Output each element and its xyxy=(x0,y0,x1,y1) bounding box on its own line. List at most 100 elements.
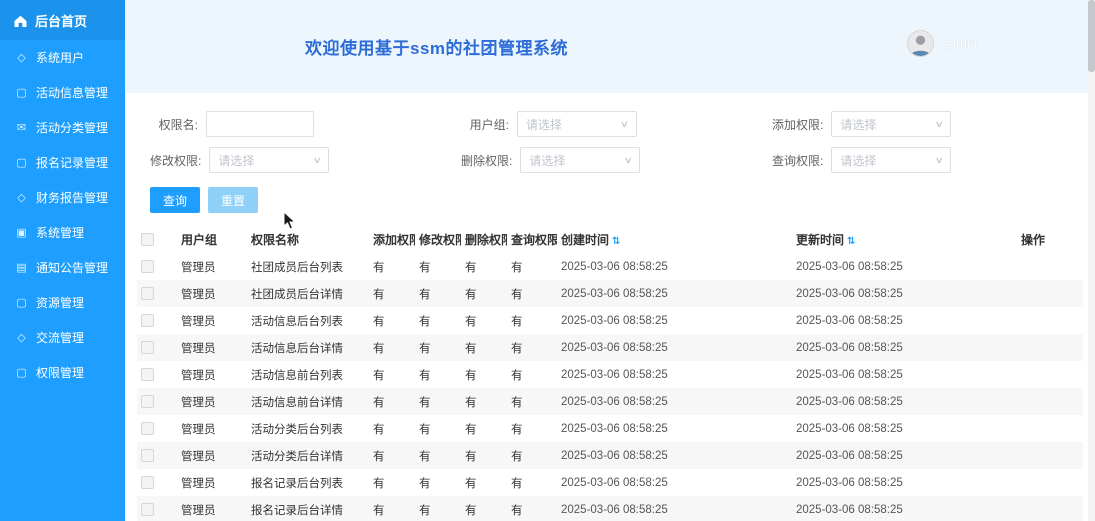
select-value: 请选择 xyxy=(840,153,877,168)
action-cell xyxy=(1017,307,1083,334)
sidebar-item-3[interactable]: ▢ 报名记录管理 xyxy=(0,145,125,180)
sidebar-item-1[interactable]: ▢ 活动信息管理 xyxy=(0,75,125,110)
action-cell xyxy=(1017,253,1083,280)
home-icon xyxy=(14,15,27,27)
table-row: 管理员 活动分类后台详情 有 有 有 有 2025-03-06 08:58:25 2025-0… xyxy=(137,442,1083,469)
checkbox-cell xyxy=(137,415,177,442)
user-group-cell: 管理员 xyxy=(181,261,216,274)
permission-name-cell: 社团成员后台列表 xyxy=(251,261,343,274)
table-row: 管理员 活动分类后台列表 有 有 有 有 2025-03-06 08:58:25 2025-0… xyxy=(137,415,1083,442)
modify-permission-cell: 有 xyxy=(419,261,431,274)
table-row: 管理员 活动信息后台列表 有 有 有 有 2025-03-06 08:58:25 2025-0… xyxy=(137,307,1083,334)
query-permission-cell: 有 xyxy=(511,261,523,274)
sidebar-item-label: 资源管理 xyxy=(36,296,85,310)
delete-permission-cell: 有 xyxy=(465,423,477,436)
query-permission-cell: 有 xyxy=(511,450,523,463)
user-group-select[interactable]: 请选择 ∨ xyxy=(517,111,637,137)
add-permission-cell: 有 xyxy=(373,315,385,328)
sidebar-menu: ◇ 系统用户 ▢ 活动信息管理 ✉ 活动分类管理 ▢ 报名记录管理 ◇ 财务报告管理 ▣ 系统管理 ▤ 通… xyxy=(0,40,125,390)
select-value: 请选择 xyxy=(529,153,566,168)
column-header: 添加权限 xyxy=(369,225,415,253)
delete-permission-select[interactable]: 请选择 ∨ xyxy=(520,147,641,173)
sort-icon[interactable]: ⇅ xyxy=(612,236,620,247)
filter-permission-name: 权限名: xyxy=(150,111,461,137)
modify-permission-cell: 有 xyxy=(419,342,431,355)
sidebar-item-9[interactable]: ▢ 权限管理 xyxy=(0,355,125,390)
add-permission-select[interactable]: 请选择 ∨ xyxy=(831,111,952,137)
row-checkbox[interactable] xyxy=(141,395,154,408)
row-checkbox[interactable] xyxy=(141,314,154,327)
created-time-cell: 2025-03-06 08:58:25 xyxy=(561,368,668,381)
sidebar-item-0[interactable]: ◇ 系统用户 xyxy=(0,40,125,75)
scrollbar-track[interactable] xyxy=(1088,0,1095,521)
permission-name-cell: 活动分类后台详情 xyxy=(251,450,343,463)
filter-add-permission: 添加权限: 请选择 ∨ xyxy=(772,111,1083,137)
row-checkbox[interactable] xyxy=(141,503,154,516)
checkbox-cell xyxy=(137,307,177,334)
query-permission-select[interactable]: 请选择 ∨ xyxy=(831,147,952,173)
permission-name-cell: 活动信息后台列表 xyxy=(251,315,343,328)
select-value: 请选择 xyxy=(218,153,255,168)
action-cell xyxy=(1017,496,1083,521)
select-all-checkbox[interactable] xyxy=(141,232,154,246)
modify-permission-cell: 有 xyxy=(419,369,431,382)
updated-time-cell: 2025-03-06 08:58:25 xyxy=(796,287,903,300)
row-checkbox[interactable] xyxy=(141,287,154,300)
diamond-icon: ◇ xyxy=(17,332,26,344)
query-permission-cell: 有 xyxy=(511,342,523,355)
updated-time-cell: 2025-03-06 08:58:25 xyxy=(796,476,903,489)
sidebar-item-8[interactable]: ◇ 交流管理 xyxy=(0,320,125,355)
reset-button[interactable]: 重置 xyxy=(208,187,259,213)
chevron-down-icon: ∨ xyxy=(312,154,322,165)
sidebar-item-4[interactable]: ◇ 财务报告管理 xyxy=(0,180,125,215)
sidebar: 后台首页 ◇ 系统用户 ▢ 活动信息管理 ✉ 活动分类管理 ▢ 报名记录管理 ◇ 财务报告管理 ▣ 系… xyxy=(0,0,125,521)
filter-query-permission: 查询权限: 请选择 ∨ xyxy=(772,147,1083,173)
column-header: 删除权限 xyxy=(461,225,507,253)
row-checkbox[interactable] xyxy=(141,368,154,381)
permission-name-cell: 活动信息前台详情 xyxy=(251,396,343,409)
button-row: 查询 重置 xyxy=(150,187,1083,213)
row-checkbox[interactable] xyxy=(141,260,154,273)
filter-modify-permission: 修改权限: 请选择 ∨ xyxy=(150,147,461,173)
delete-permission-cell: 有 xyxy=(465,342,477,355)
diamond-icon: ◇ xyxy=(17,192,26,204)
updated-time-cell: 2025-03-06 08:58:25 xyxy=(796,341,903,354)
avatar xyxy=(906,30,934,57)
scrollbar-thumb[interactable] xyxy=(1088,0,1095,72)
sidebar-item-2[interactable]: ✉ 活动分类管理 xyxy=(0,110,125,145)
chevron-down-icon: ∨ xyxy=(623,154,633,165)
row-checkbox[interactable] xyxy=(141,449,154,462)
permission-name-input[interactable] xyxy=(206,111,314,137)
search-button[interactable]: 查询 xyxy=(150,187,201,213)
column-header-label: 添加权限 xyxy=(373,232,415,247)
sidebar-item-6[interactable]: ▤ 通知公告管理 xyxy=(0,250,125,285)
sidebar-item-7[interactable]: ▢ 资源管理 xyxy=(0,285,125,320)
modify-permission-label: 修改权限: xyxy=(150,153,202,168)
sidebar-item-label: 交流管理 xyxy=(36,331,85,345)
row-checkbox[interactable] xyxy=(141,476,154,489)
row-checkbox[interactable] xyxy=(141,422,154,435)
row-checkbox[interactable] xyxy=(141,341,154,354)
sidebar-item-label: 财务报告管理 xyxy=(36,191,109,205)
delete-permission-cell: 有 xyxy=(465,369,477,382)
chevron-down-icon: ∨ xyxy=(620,118,630,129)
query-permission-cell: 有 xyxy=(511,288,523,301)
add-permission-cell: 有 xyxy=(373,342,385,355)
table-row: 管理员 活动信息前台详情 有 有 有 有 2025-03-06 08:58:25 2025-0… xyxy=(137,388,1083,415)
sidebar-item-label: 报名记录管理 xyxy=(36,156,109,170)
edit-icon: ▢ xyxy=(16,87,27,99)
checkbox-cell xyxy=(137,253,177,280)
filter-row-1: 权限名: 用户组: 请选择 ∨ 添加权限: 请选择 ∨ xyxy=(150,111,1083,137)
user-menu[interactable]: admin xyxy=(906,30,977,57)
sidebar-item-home[interactable]: 后台首页 xyxy=(0,0,125,40)
content-area: 权限名: 用户组: 请选择 ∨ 添加权限: 请选择 ∨ 修改权限: 请选择 ∨ 删除权限: 请选择 ∨… xyxy=(125,93,1095,521)
sidebar-item-5[interactable]: ▣ 系统管理 xyxy=(0,215,125,250)
sort-icon[interactable]: ⇅ xyxy=(847,236,855,247)
table-row: 管理员 社团成员后台列表 有 有 有 有 2025-03-06 08:58:25 2025-0… xyxy=(137,253,1083,280)
modify-permission-select[interactable]: 请选择 ∨ xyxy=(209,147,330,173)
permission-name-cell: 报名记录后台列表 xyxy=(251,477,343,490)
delete-permission-cell: 有 xyxy=(465,450,477,463)
query-permission-cell: 有 xyxy=(511,504,523,517)
checkbox-cell xyxy=(137,361,177,388)
checkbox-cell xyxy=(137,280,177,307)
